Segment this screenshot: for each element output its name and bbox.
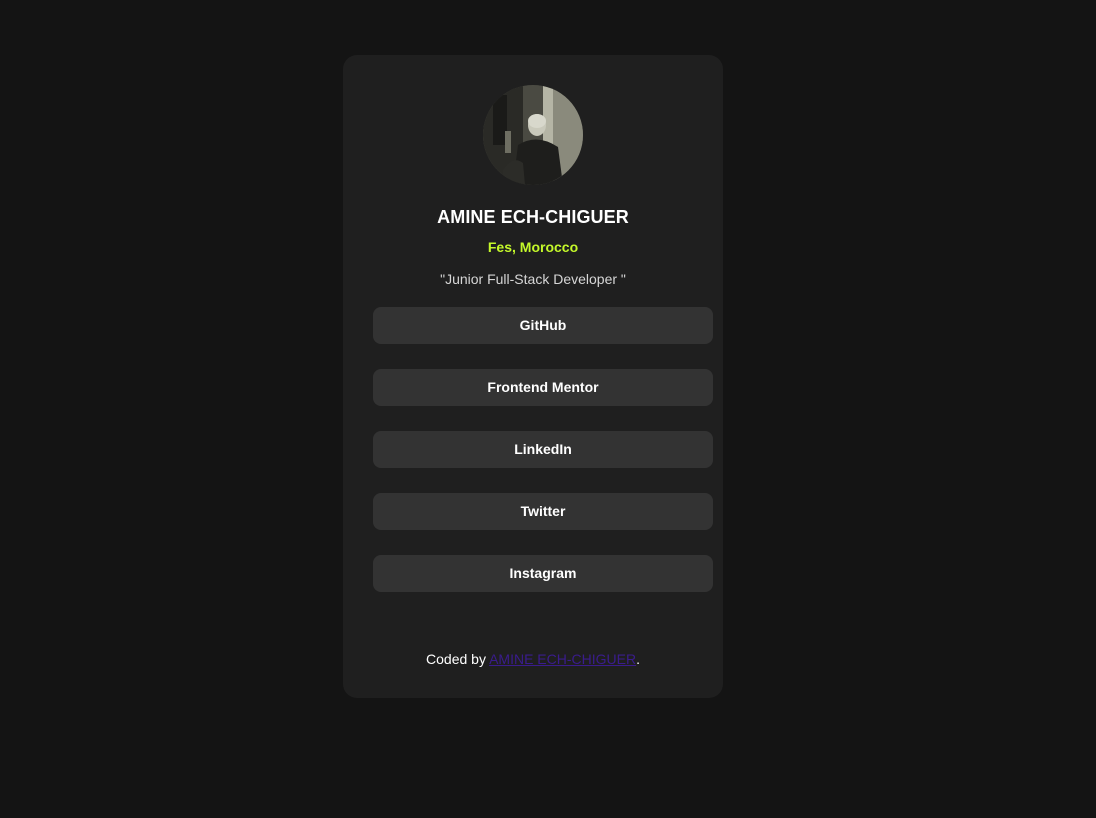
twitter-link-button[interactable]: Twitter xyxy=(373,493,713,530)
social-links: GitHub Frontend Mentor LinkedIn Twitter … xyxy=(373,307,713,617)
instagram-link-button[interactable]: Instagram xyxy=(373,555,713,592)
author-link[interactable]: AMINE ECH-CHIGUER xyxy=(489,651,636,667)
attribution-prefix: Coded by xyxy=(426,651,490,667)
attribution-footer: Coded by AMINE ECH-CHIGUER. xyxy=(343,651,723,667)
profile-location: Fes, Morocco xyxy=(487,239,579,255)
profile-name: AMINE ECH-CHIGUER xyxy=(437,207,629,227)
avatar xyxy=(483,85,583,185)
linkedin-link-button[interactable]: LinkedIn xyxy=(373,431,713,468)
profile-card: AMINE ECH-CHIGUER Fes, Morocco "Junior F… xyxy=(343,55,723,698)
frontend-mentor-link-button[interactable]: Frontend Mentor xyxy=(373,369,713,406)
github-link-button[interactable]: GitHub xyxy=(373,307,713,344)
attribution-suffix: . xyxy=(636,651,640,667)
profile-bio: "Junior Full-Stack Developer " xyxy=(440,271,626,287)
avatar-photo xyxy=(483,85,583,185)
